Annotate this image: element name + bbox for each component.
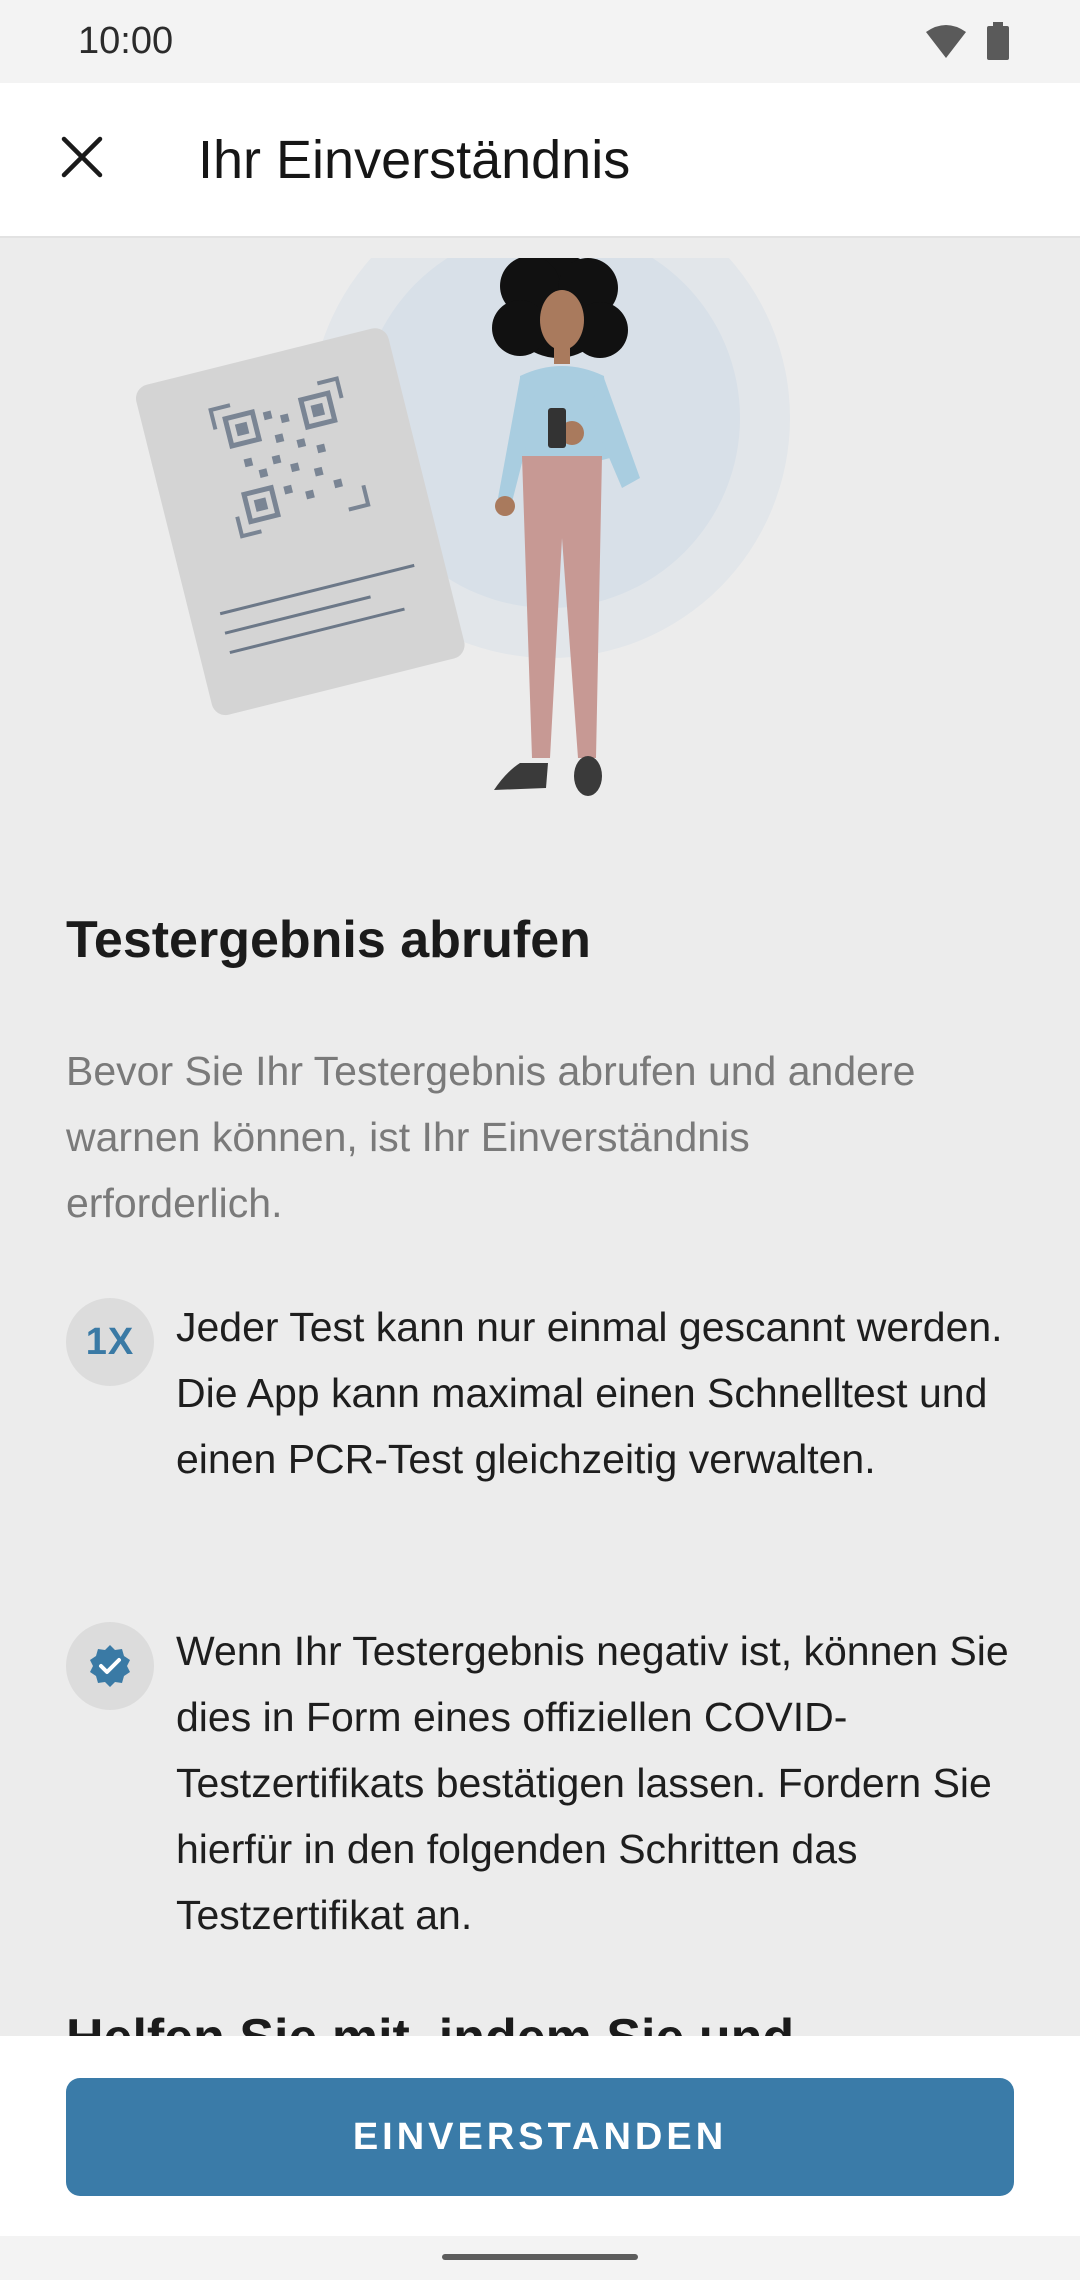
once-icon: 1X [66, 1298, 154, 1386]
home-indicator[interactable] [442, 2254, 638, 2260]
page-title: Ihr Einverständnis [198, 130, 631, 190]
app-bar: Ihr Einverständnis [0, 83, 1080, 238]
next-section-heading: Helfen Sie mit, indem Sie und [66, 2009, 795, 2038]
once-icon-label: 1X [85, 1320, 135, 1363]
battery-icon [986, 22, 1010, 60]
verified-badge-icon [66, 1622, 154, 1710]
wifi-icon [924, 22, 968, 60]
agree-button[interactable]: EINVERSTANDEN [66, 2078, 1014, 2196]
bullet-text: Jeder Test kann nur einmal gescannt werd… [176, 1304, 1003, 1482]
bottom-action-area: EINVERSTANDEN [0, 2036, 1080, 2236]
status-time: 10:00 [78, 20, 174, 62]
close-button[interactable] [40, 117, 124, 201]
consent-content[interactable]: Testergebnis abrufen Bevor Sie Ihr Teste… [0, 238, 1080, 2038]
bullet-text: Wenn Ihr Testergebnis negativ ist, könne… [176, 1628, 1009, 1938]
intro-text: Bevor Sie Ihr Testergebnis abrufen und a… [66, 1048, 916, 1226]
close-icon [60, 135, 104, 184]
section-title: Testergebnis abrufen [66, 911, 591, 969]
person-with-qr-code-test-card-illustration [110, 238, 810, 858]
navigation-bar [0, 2236, 1080, 2280]
status-bar: 10:00 [0, 0, 1080, 83]
status-icons [924, 22, 1010, 60]
